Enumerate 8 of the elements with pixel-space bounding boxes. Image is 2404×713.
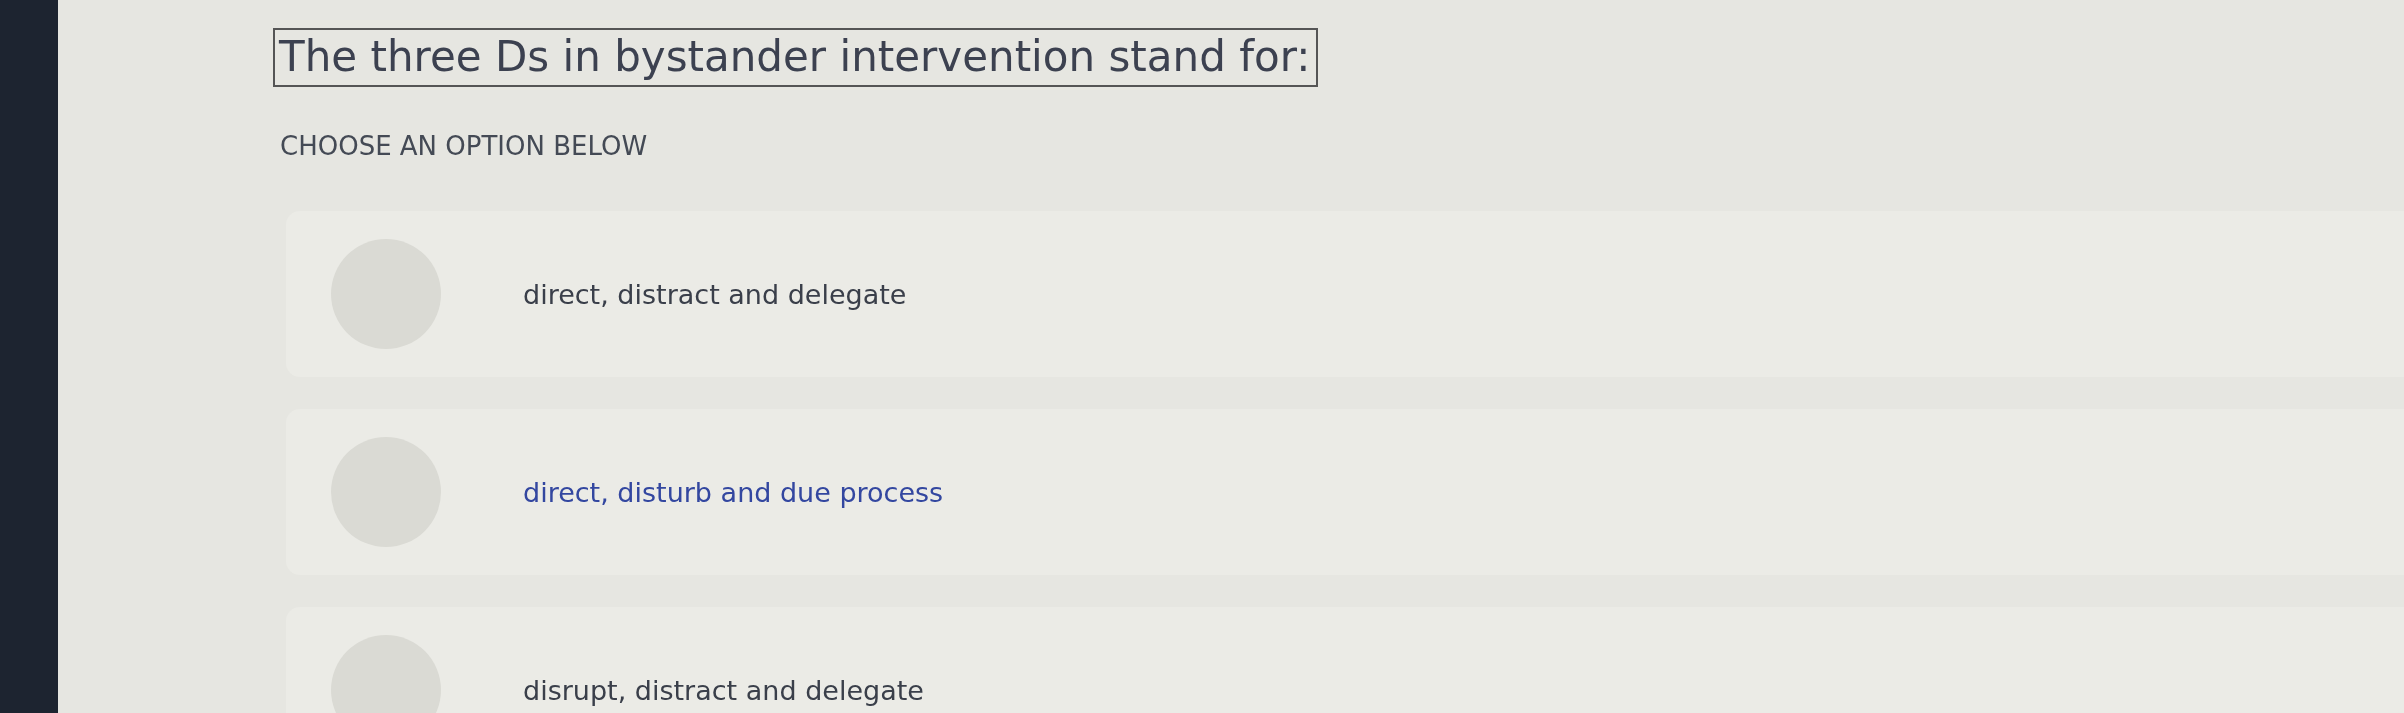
- option-label: direct, distract and delegate: [523, 278, 907, 310]
- option-label: disrupt, distract and delegate: [523, 674, 924, 706]
- option-card[interactable]: direct, disturb and due process: [286, 409, 2404, 575]
- option-card[interactable]: direct, distract and delegate: [286, 211, 2404, 377]
- question-title: The three Ds in bystander intervention stand for:: [273, 28, 1319, 87]
- instruction-text: CHOOSE AN OPTION BELOW: [280, 131, 649, 161]
- option-label: direct, disturb and due process: [523, 476, 944, 508]
- option-card[interactable]: disrupt, distract and delegate: [286, 607, 2404, 713]
